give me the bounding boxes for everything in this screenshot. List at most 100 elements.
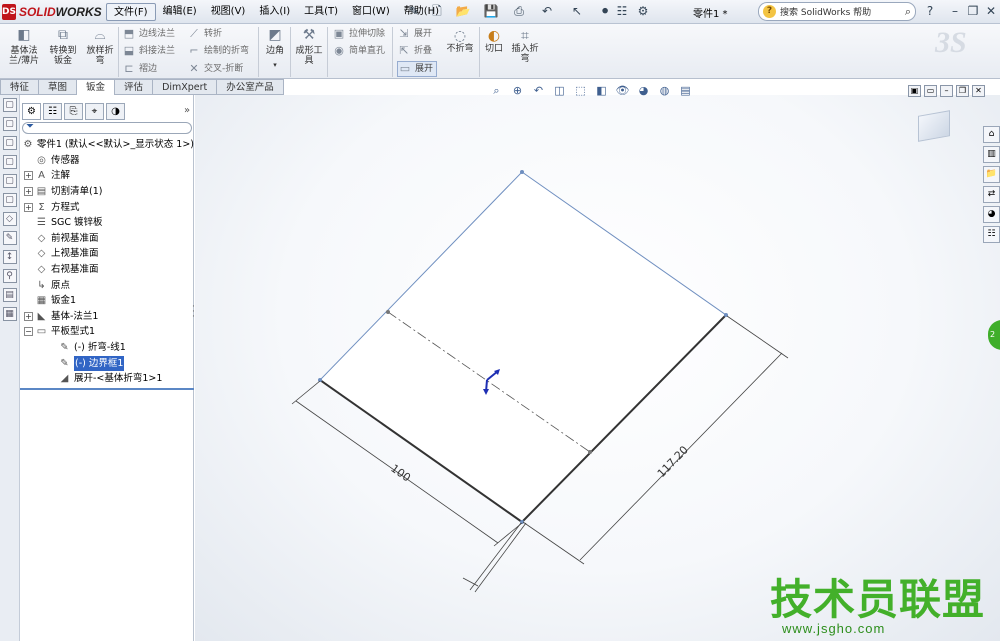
simple-hole-button[interactable]: ◉ 简单直孔 — [332, 43, 385, 59]
options-icon[interactable]: ⚙ — [634, 3, 652, 20]
pin-icon[interactable]: ✎ — [405, 3, 423, 20]
zoom-to-fit-icon[interactable]: ⌕ — [488, 84, 505, 100]
miter-flange-button[interactable]: ⬓ 斜接法兰 — [122, 43, 175, 59]
dimxpert-manager-tab-icon[interactable]: ⌖ — [85, 103, 104, 120]
rip-button[interactable]: ◐ 切口 — [483, 29, 505, 54]
corners-dropdown-icon[interactable]: ▾ — [262, 60, 288, 70]
hide-show-items-icon[interactable]: 👁 — [614, 84, 631, 100]
restore-window-icon[interactable]: ❐ — [964, 3, 982, 20]
more-tabs-chevron-icon[interactable]: » — [180, 103, 194, 120]
file-properties-icon[interactable]: ☷ — [613, 3, 631, 20]
minimize-window-icon[interactable]: – — [946, 3, 964, 20]
convert-to-sheet-metal-button[interactable]: ⧉ 转换到 钣金 — [45, 26, 81, 66]
view-settings-icon[interactable]: ▤ — [677, 84, 694, 100]
fold-button[interactable]: ⇱ 折叠 — [397, 43, 432, 59]
rebuild-traffic-light-icon[interactable]: ⚫ — [596, 3, 614, 20]
insert-bends-button[interactable]: ⌗ 插入折 弯 — [508, 29, 542, 64]
graphics-area[interactable] — [195, 95, 1000, 641]
open-folder-icon[interactable]: 📂 — [454, 3, 472, 20]
previous-view-icon[interactable]: ↶ — [530, 84, 547, 100]
view-iso-icon[interactable]: ◇ — [2, 212, 17, 226]
menu-view[interactable]: 视图(V) — [204, 3, 253, 21]
tree-item[interactable]: ☰ SGC 镀锌板 — [20, 215, 194, 231]
appearances-icon[interactable]: ◕ — [983, 206, 1000, 223]
expand-icon[interactable]: + — [24, 202, 33, 212]
tree-item[interactable]: + ▤ 切割清单(1) — [20, 184, 194, 200]
view-palette-icon[interactable]: ⇄ — [983, 186, 1000, 203]
layer-icon[interactable]: ▤ — [2, 288, 17, 302]
help-icon[interactable]: ? — [921, 3, 939, 20]
tree-item[interactable]: ◇ 前视基准面 — [20, 231, 194, 247]
tab-dimxpert[interactable]: DimXpert — [153, 79, 218, 95]
expand-icon[interactable]: + — [24, 311, 33, 321]
sketched-bend-button[interactable]: ⌐ 绘制的折弯 — [187, 43, 249, 59]
sketch-tool-icon[interactable]: ✎ — [2, 231, 17, 245]
tree-item[interactable]: ◎ 传感器 — [20, 153, 194, 169]
view-right-icon[interactable]: ▢ — [2, 155, 17, 169]
section-view-icon[interactable]: ◫ — [551, 84, 568, 100]
base-flange-button[interactable]: ◧ 基体法 兰/薄片 — [6, 26, 42, 66]
tree-root-part[interactable]: ⚙ 零件1 (默认<<默认>_显示状态 1>) — [20, 137, 194, 153]
solidworks-logo[interactable]: DS SOLIDWORKS — [2, 3, 102, 21]
view-front-icon[interactable]: ▢ — [2, 98, 17, 112]
doc-maximize-icon[interactable]: ❐ — [956, 85, 969, 97]
cross-break-button[interactable]: ✕ 交叉-折断 — [187, 61, 243, 77]
featuremanager-tab-icon[interactable]: ⚙ — [22, 103, 41, 120]
search-icon[interactable]: ⌕ — [905, 5, 911, 19]
expand-icon[interactable]: + — [24, 187, 33, 197]
tile-icon[interactable]: ▣ — [908, 85, 921, 97]
display-icon[interactable]: ▦ — [2, 307, 17, 321]
tree-item[interactable]: ▦ 钣金1 — [20, 293, 194, 309]
extruded-cut-button[interactable]: ▣ 拉伸切除 — [332, 26, 385, 42]
flatten-button[interactable]: ▭ 展开 — [397, 61, 438, 77]
menu-insert[interactable]: 插入(I) — [252, 3, 297, 21]
tree-item[interactable]: + ◣ 基体-法兰1 — [20, 309, 194, 325]
menu-tools[interactable]: 工具(T) — [297, 3, 345, 21]
custom-properties-icon[interactable]: ☷ — [983, 226, 1000, 243]
jog-button[interactable]: ⟋ 转折 — [187, 26, 222, 42]
no-bends-button[interactable]: ◌ 不折弯 — [444, 29, 476, 54]
view-bottom-icon[interactable]: ▢ — [2, 193, 17, 207]
tree-item[interactable]: ◇ 右视基准面 — [20, 262, 194, 278]
select-pointer-icon[interactable]: ↖ — [568, 3, 586, 20]
apply-scene-icon[interactable]: ◍ — [656, 84, 673, 100]
menu-file[interactable]: 文件(F) — [106, 3, 156, 21]
tree-item[interactable]: ◢ 展开-<基体折弯1>1 — [20, 371, 194, 387]
tree-item[interactable]: − ▭ 平板型式1 — [20, 324, 194, 340]
zoom-to-area-icon[interactable]: ⊕ — [509, 84, 526, 100]
tree-filter-input[interactable]: ⏷ — [22, 121, 192, 134]
forming-tool-button[interactable]: ⚒ 成形工 具 — [294, 26, 324, 66]
tab-office-products[interactable]: 办公室产品 — [217, 79, 284, 95]
lofted-bend-button[interactable]: ⌓ 放样折 弯 — [83, 26, 117, 66]
tab-sheet-metal[interactable]: 钣金 — [77, 79, 116, 95]
file-explorer-icon[interactable]: 📁 — [983, 166, 1000, 183]
hem-button[interactable]: ⊏ 褶边 — [122, 61, 157, 77]
collapse-icon[interactable]: − — [24, 327, 33, 337]
doc-restore-icon[interactable]: ▭ — [924, 85, 937, 97]
new-document-icon[interactable]: 🗋 — [428, 3, 446, 20]
tree-item[interactable]: + A 注解 — [20, 168, 194, 184]
corners-button[interactable]: ◩ 边角 ▾ — [262, 26, 288, 70]
menu-window[interactable]: 窗口(W) — [345, 3, 397, 21]
tab-features[interactable]: 特征 — [0, 79, 40, 95]
solidworks-resources-icon[interactable]: ⌂ — [983, 126, 1000, 143]
undo-icon[interactable]: ↶ — [538, 3, 556, 20]
help-search-input[interactable]: ? 搜索 SolidWorks 帮助 ⌕ — [758, 2, 916, 21]
tab-sketch[interactable]: 草图 — [39, 79, 78, 95]
tree-item[interactable]: ✎ (-) 边界框1 — [20, 355, 194, 371]
design-library-icon[interactable]: ▥ — [983, 146, 1000, 163]
configurationmanager-tab-icon[interactable]: ⎘ — [64, 103, 83, 120]
tree-item[interactable]: + Σ 方程式 — [20, 199, 194, 215]
tree-item[interactable]: ◇ 上视基准面 — [20, 246, 194, 262]
doc-minimize-icon[interactable]: – — [940, 85, 953, 97]
save-icon[interactable]: 💾 — [482, 3, 500, 20]
propertymanager-tab-icon[interactable]: ☷ — [43, 103, 62, 120]
tree-item[interactable]: ✎ (-) 折弯-线1 — [20, 340, 194, 356]
view-left-icon[interactable]: ▢ — [2, 136, 17, 150]
view-back-icon[interactable]: ▢ — [2, 117, 17, 131]
edit-appearance-icon[interactable]: ◕ — [635, 84, 652, 100]
doc-close-icon[interactable]: ✕ — [972, 85, 985, 97]
expand-icon[interactable]: + — [24, 171, 33, 181]
tab-evaluate[interactable]: 评估 — [115, 79, 154, 95]
smart-dimension-icon[interactable]: ↕ — [2, 250, 17, 264]
